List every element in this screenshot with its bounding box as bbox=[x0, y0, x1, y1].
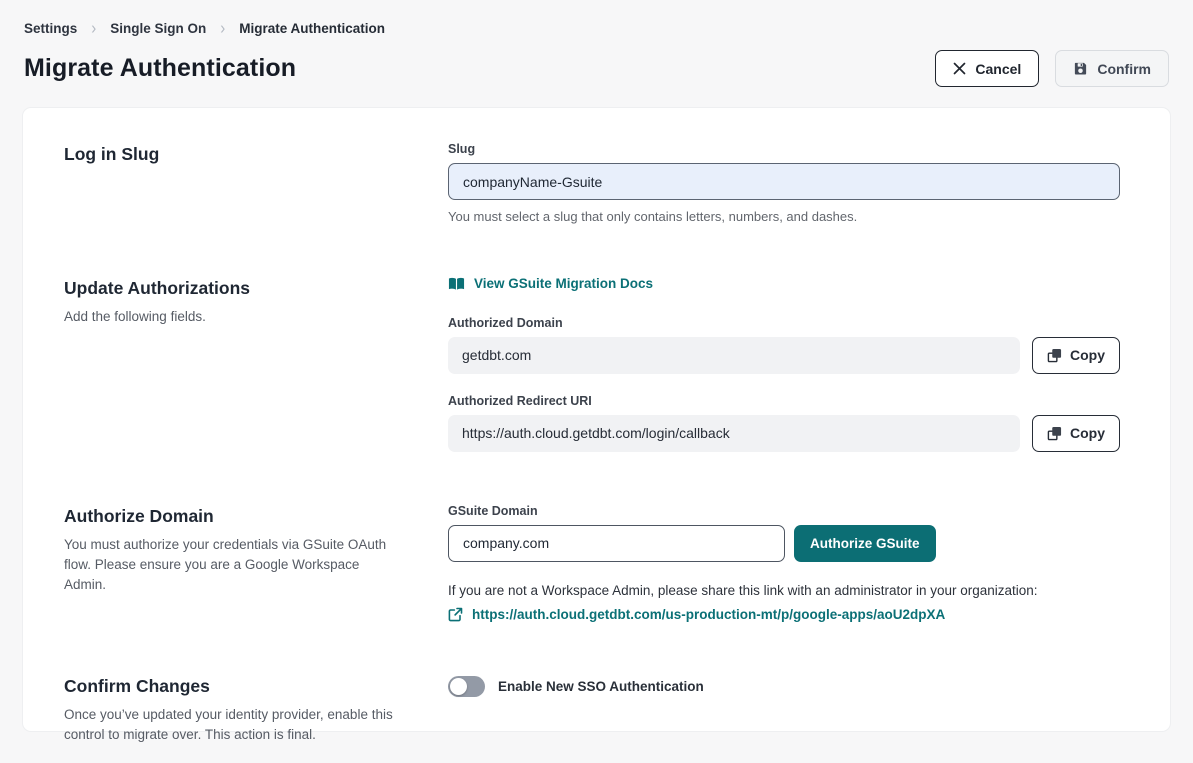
section-desc-authorize-domain: You must authorize your credentials via … bbox=[64, 535, 394, 595]
redirect-uri-label: Authorized Redirect URI bbox=[448, 394, 1120, 408]
confirm-button[interactable]: Confirm bbox=[1055, 50, 1169, 87]
breadcrumb-item-settings[interactable]: Settings bbox=[24, 21, 77, 36]
section-desc-update-authorizations: Add the following fields. bbox=[64, 307, 394, 327]
save-icon bbox=[1073, 61, 1088, 76]
section-update-authorizations: Update Authorizations Add the following … bbox=[64, 276, 1120, 452]
copy-redirect-uri-button[interactable]: Copy bbox=[1032, 415, 1120, 452]
authorized-domain-label: Authorized Domain bbox=[448, 316, 1120, 330]
gsuite-domain-input[interactable] bbox=[448, 525, 785, 562]
slug-input[interactable] bbox=[448, 163, 1120, 200]
close-icon bbox=[953, 62, 966, 75]
redirect-uri-value[interactable]: https://auth.cloud.getdbt.com/login/call… bbox=[448, 415, 1020, 452]
chevron-right-icon: › bbox=[220, 19, 225, 39]
section-heading-confirm-changes: Confirm Changes bbox=[64, 676, 418, 697]
cancel-button[interactable]: Cancel bbox=[935, 50, 1039, 87]
enable-sso-toggle[interactable] bbox=[448, 676, 485, 697]
settings-card: Log in Slug Slug You must select a slug … bbox=[22, 107, 1171, 732]
slug-field-label: Slug bbox=[448, 142, 1120, 156]
breadcrumb-item-migrate-authentication: Migrate Authentication bbox=[239, 21, 385, 36]
confirm-button-label: Confirm bbox=[1097, 61, 1151, 77]
gsuite-domain-label: GSuite Domain bbox=[448, 504, 1120, 518]
page-title: Migrate Authentication bbox=[24, 54, 296, 83]
copy-icon bbox=[1047, 426, 1062, 441]
copy-icon bbox=[1047, 348, 1062, 363]
external-link-icon bbox=[448, 607, 463, 622]
copy-button-label: Copy bbox=[1070, 347, 1105, 363]
authorized-domain-value[interactable]: getdbt.com bbox=[448, 337, 1020, 374]
page-header: Settings › Single Sign On › Migrate Auth… bbox=[0, 0, 1193, 87]
breadcrumb-item-single-sign-on[interactable]: Single Sign On bbox=[110, 21, 206, 36]
authorize-gsuite-button[interactable]: Authorize GSuite bbox=[794, 525, 936, 562]
header-actions: Cancel Confirm bbox=[935, 50, 1169, 87]
authorization-share-link[interactable]: https://auth.cloud.getdbt.com/us-product… bbox=[472, 607, 945, 622]
book-icon bbox=[448, 277, 465, 291]
gsuite-migration-docs-link[interactable]: View GSuite Migration Docs bbox=[448, 276, 653, 291]
copy-button-label: Copy bbox=[1070, 425, 1105, 441]
breadcrumb: Settings › Single Sign On › Migrate Auth… bbox=[24, 20, 1169, 37]
section-heading-login-slug: Log in Slug bbox=[64, 144, 418, 165]
enable-sso-toggle-label: Enable New SSO Authentication bbox=[498, 679, 704, 694]
migrate-authentication-page: Settings › Single Sign On › Migrate Auth… bbox=[0, 0, 1193, 763]
section-heading-authorize-domain: Authorize Domain bbox=[64, 506, 418, 527]
section-confirm-changes: Confirm Changes Once you’ve updated your… bbox=[64, 674, 1120, 745]
toggle-knob bbox=[450, 678, 467, 695]
cancel-button-label: Cancel bbox=[975, 61, 1021, 77]
gsuite-migration-docs-link-label: View GSuite Migration Docs bbox=[474, 276, 653, 291]
section-login-slug: Log in Slug Slug You must select a slug … bbox=[64, 142, 1120, 224]
section-heading-update-authorizations: Update Authorizations bbox=[64, 278, 418, 299]
slug-helper-text: You must select a slug that only contain… bbox=[448, 209, 1120, 224]
section-authorize-domain: Authorize Domain You must authorize your… bbox=[64, 504, 1120, 622]
chevron-right-icon: › bbox=[91, 19, 96, 39]
section-desc-confirm-changes: Once you’ve updated your identity provid… bbox=[64, 705, 394, 745]
copy-authorized-domain-button[interactable]: Copy bbox=[1032, 337, 1120, 374]
workspace-admin-note: If you are not a Workspace Admin, please… bbox=[448, 583, 1120, 598]
